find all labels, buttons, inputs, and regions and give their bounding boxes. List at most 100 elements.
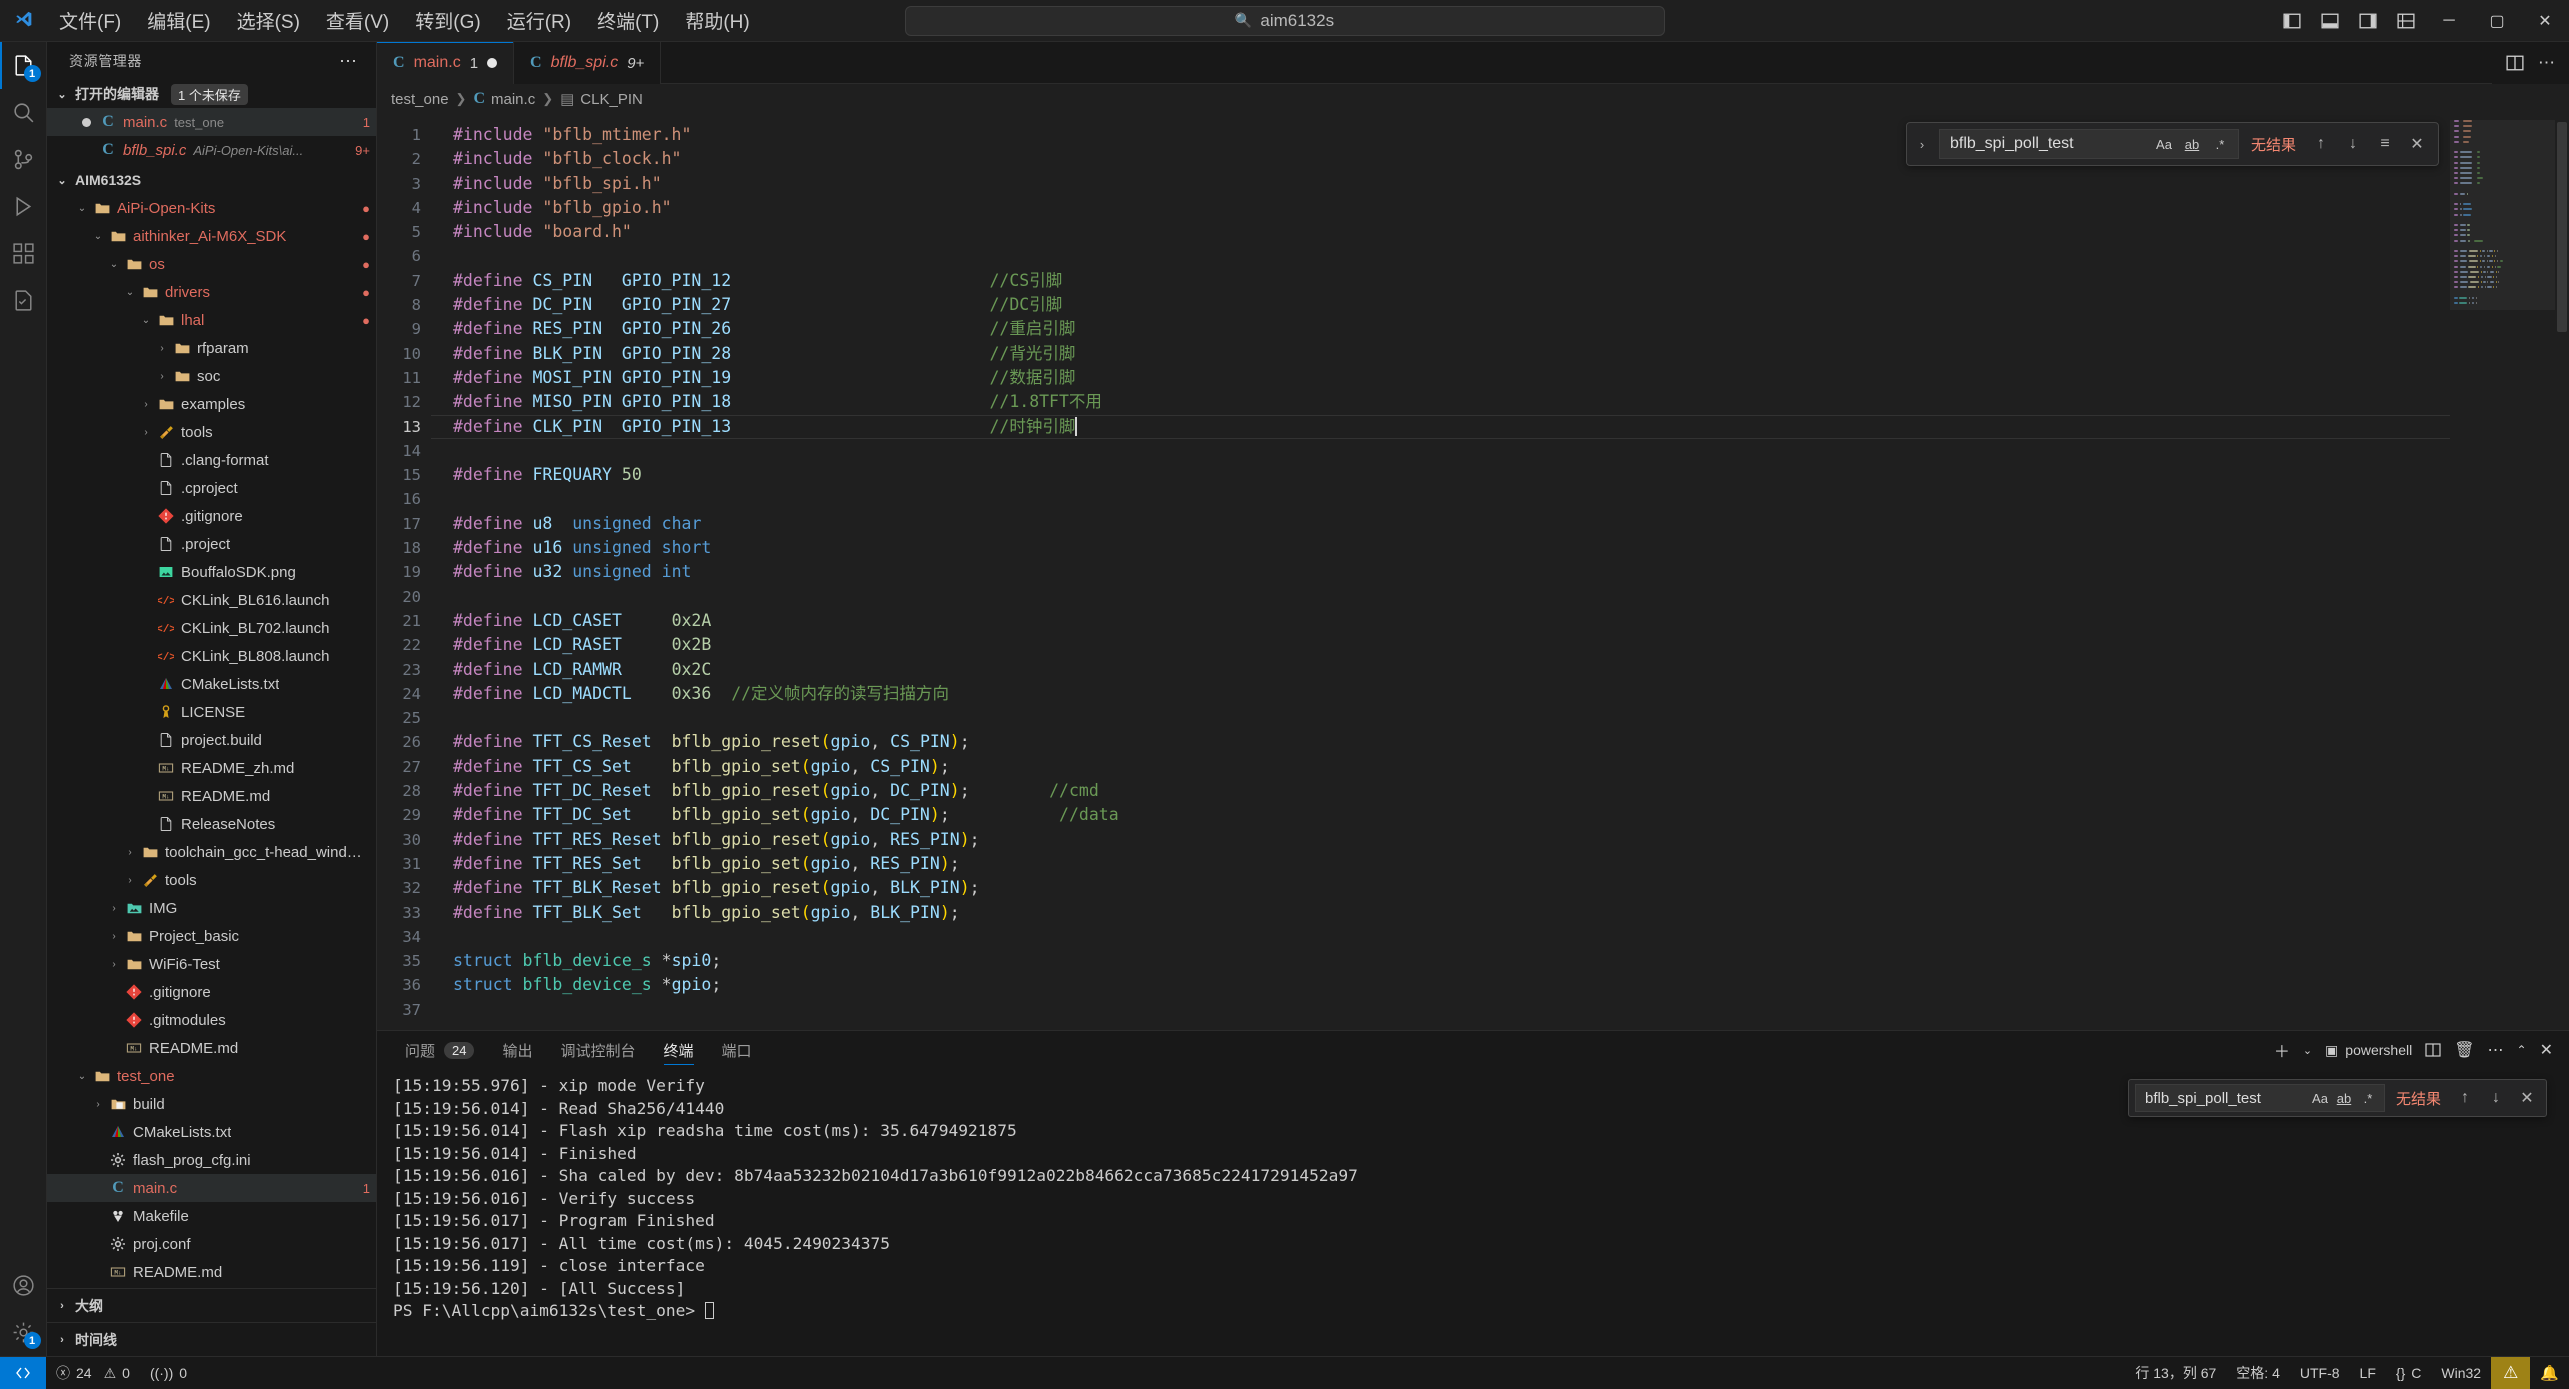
code-line[interactable]: 18 #define u16 unsigned short xyxy=(377,536,2450,560)
menu-go[interactable]: 转到(G) xyxy=(402,3,493,38)
tree-item-rfparam[interactable]: › rfparam xyxy=(47,334,376,362)
tree-item-makefile[interactable]: Makefile xyxy=(47,1202,376,1230)
tree-item-wifi6-test[interactable]: › WiFi6-Test xyxy=(47,950,376,978)
toggle-panel-icon[interactable] xyxy=(2311,0,2349,42)
tree-item-main-c[interactable]: Cmain.c 1 xyxy=(47,1174,376,1202)
find-in-selection-icon[interactable]: ≡ xyxy=(2372,131,2398,157)
menu-edit[interactable]: 编辑(E) xyxy=(134,3,223,38)
activity-testing[interactable] xyxy=(0,277,47,324)
status-eol[interactable]: LF xyxy=(2350,1357,2386,1389)
tree-item-os[interactable]: ⌄ os ● xyxy=(47,250,376,278)
tree-item-aithinker-ai-m6x-sdk[interactable]: ⌄ aithinker_Ai-M6X_SDK ● xyxy=(47,222,376,250)
code-line[interactable]: 11 #define MOSI_PIN GPIO_PIN_19 //数据引脚 xyxy=(377,366,2450,390)
menu-selection[interactable]: 选择(S) xyxy=(224,3,313,38)
terminal-find-next-icon[interactable]: ↓ xyxy=(2483,1085,2509,1111)
split-terminal-icon[interactable] xyxy=(2425,1042,2441,1058)
code-line[interactable]: 19 #define u32 unsigned int xyxy=(377,560,2450,584)
status-cursor-position[interactable]: 行 13，列 67 xyxy=(2125,1357,2226,1389)
find-next-icon[interactable]: ↓ xyxy=(2340,131,2366,157)
tree-item--cproject[interactable]: .cproject xyxy=(47,474,376,502)
tree-item-cklink-bl808-launch[interactable]: </> CKLink_BL808.launch xyxy=(47,642,376,670)
code-line[interactable]: 33 #define TFT_BLK_Set bflb_gpio_set(gpio… xyxy=(377,901,2450,925)
minimap[interactable] xyxy=(2450,114,2555,1030)
toggle-replace-icon[interactable]: › xyxy=(1911,137,1933,152)
terminal-prompt[interactable]: PS F:\Allcpp\aim6132s\test_one> xyxy=(393,1300,2569,1323)
chevron-right-icon[interactable]: › xyxy=(105,903,123,914)
tree-item-tools[interactable]: › tools xyxy=(47,866,376,894)
editor-vertical-scrollbar[interactable] xyxy=(2555,114,2569,1030)
tab-main-c[interactable]: C main.c 1 xyxy=(377,42,515,84)
command-center[interactable]: 🔍 aim6132s xyxy=(904,5,1665,36)
tree-item-toolchain-gcc-t-head-windows[interactable]: › toolchain_gcc_t-head_windows xyxy=(47,838,376,866)
chevron-down-icon[interactable]: ⌄ xyxy=(121,287,139,298)
tree-item-cklink-bl616-launch[interactable]: </> CKLink_BL616.launch xyxy=(47,586,376,614)
toggle-primary-sidebar-icon[interactable] xyxy=(2273,0,2311,42)
open-editor-bflb-spi-c[interactable]: C bflb_spi.c AiPi-Open-Kits\ai... 9+ xyxy=(47,136,376,164)
customize-layout-icon[interactable] xyxy=(2387,0,2425,42)
tab-bflb-spi-c[interactable]: C bflb_spi.c 9+ xyxy=(514,42,662,84)
code-line[interactable]: 6 xyxy=(377,244,2450,268)
terminal-find-close-icon[interactable]: ✕ xyxy=(2514,1085,2540,1111)
tree-item-test-one[interactable]: ⌄ test_one xyxy=(47,1062,376,1090)
tree-item-drivers[interactable]: ⌄ drivers ● xyxy=(47,278,376,306)
tree-item--clang-format[interactable]: .clang-format xyxy=(47,446,376,474)
sidebar-more-actions-icon[interactable]: ⋯ xyxy=(331,51,366,72)
timeline-section[interactable]: › 时间线 xyxy=(47,1322,376,1356)
tree-item-aipi-open-kits[interactable]: ⌄ AiPi-Open-Kits ● xyxy=(47,194,376,222)
tree-item-img[interactable]: › IMG xyxy=(47,894,376,922)
tree-item-license[interactable]: LICENSE xyxy=(47,698,376,726)
tab-dirty-icon[interactable] xyxy=(487,58,498,68)
dirty-indicator-icon[interactable] xyxy=(75,117,97,127)
code-line[interactable]: 20 xyxy=(377,585,2450,609)
tree-item-bouffalosdk-png[interactable]: BouffaloSDK.png xyxy=(47,558,376,586)
tree-item-cmakelists-txt[interactable]: CMakeLists.txt xyxy=(47,670,376,698)
tree-item-soc[interactable]: › soc xyxy=(47,362,376,390)
code-line[interactable]: 14 xyxy=(377,439,2450,463)
tree-item-readme-zh-md[interactable]: M↓ README_zh.md xyxy=(47,754,376,782)
chevron-down-icon[interactable]: ⌄ xyxy=(105,259,123,270)
code-line[interactable]: 24 #define LCD_MADCTL 0x36 //定义帧内存的读写扫描方向 xyxy=(377,682,2450,706)
editor-more-actions-icon[interactable]: ⋯ xyxy=(2538,53,2555,73)
code-line[interactable]: 26 #define TFT_CS_Reset bflb_gpio_reset(g… xyxy=(377,730,2450,754)
activity-extensions[interactable] xyxy=(0,230,47,277)
chevron-right-icon[interactable]: › xyxy=(153,343,171,354)
tree-item--gitmodules[interactable]: .gitmodules xyxy=(47,1006,376,1034)
code-content[interactable]: 1 #include "bflb_mtimer.h" 2 #include "bflb… xyxy=(377,114,2450,1022)
remote-indicator-icon[interactable] xyxy=(0,1356,46,1389)
code-line[interactable]: 21 #define LCD_CASET 0x2A xyxy=(377,609,2450,633)
code-line[interactable]: 27 #define TFT_CS_Set bflb_gpio_set(gpio,… xyxy=(377,755,2450,779)
chevron-right-icon[interactable]: › xyxy=(153,371,171,382)
split-editor-icon[interactable] xyxy=(2506,54,2524,72)
status-encoding[interactable]: UTF-8 xyxy=(2290,1357,2350,1389)
tree-item--gitignore[interactable]: .gitignore xyxy=(47,502,376,530)
tree-item-readme-md[interactable]: M↓ README.md xyxy=(47,1034,376,1062)
tree-item-releasenotes[interactable]: ReleaseNotes xyxy=(47,810,376,838)
new-terminal-icon[interactable]: ＋ xyxy=(2274,1038,2290,1062)
code-line[interactable]: 25 xyxy=(377,706,2450,730)
activity-accounts[interactable] xyxy=(0,1262,47,1309)
find-input[interactable]: bflb_spi_poll_test Aa ab .* xyxy=(1938,129,2239,159)
tree-item-readme-md[interactable]: M↓ README.md xyxy=(47,1258,376,1286)
terminal-dropdown-icon[interactable]: ⌄ xyxy=(2303,1044,2312,1057)
tree-item-project-build[interactable]: project.build xyxy=(47,726,376,754)
tree-item-build[interactable]: › build xyxy=(47,1090,376,1118)
find-close-icon[interactable]: ✕ xyxy=(2404,131,2430,157)
panel-tab-terminal[interactable]: 终端 xyxy=(650,1031,708,1069)
activity-explorer[interactable]: 1 xyxy=(0,42,47,89)
menu-view[interactable]: 查看(V) xyxy=(313,3,402,38)
whole-word-icon[interactable]: ab xyxy=(2332,1086,2356,1110)
code-line[interactable]: 3 #include "bflb_spi.h" xyxy=(377,172,2450,196)
code-line[interactable]: 35 struct bflb_device_s *spi0; xyxy=(377,949,2450,973)
code-line[interactable]: 28 #define TFT_DC_Reset bflb_gpio_reset(g… xyxy=(377,779,2450,803)
tree-item-cklink-bl702-launch[interactable]: </> CKLink_BL702.launch xyxy=(47,614,376,642)
breadcrumb-folder[interactable]: test_one xyxy=(391,91,449,108)
code-line[interactable]: 15 #define FREQUARY 50 xyxy=(377,463,2450,487)
match-case-icon[interactable]: Aa xyxy=(2308,1086,2332,1110)
close-panel-icon[interactable]: ✕ xyxy=(2540,1040,2553,1060)
chevron-down-icon[interactable]: ⌄ xyxy=(137,315,155,326)
chevron-right-icon[interactable]: › xyxy=(137,427,155,438)
status-problems[interactable]: ⓧ 24 ⚠ 0 xyxy=(46,1357,140,1389)
panel-tab-problems[interactable]: 问题 24 xyxy=(391,1031,488,1069)
activity-run-and-debug[interactable] xyxy=(0,183,47,230)
terminal-selector[interactable]: ▣ powershell xyxy=(2325,1042,2412,1059)
